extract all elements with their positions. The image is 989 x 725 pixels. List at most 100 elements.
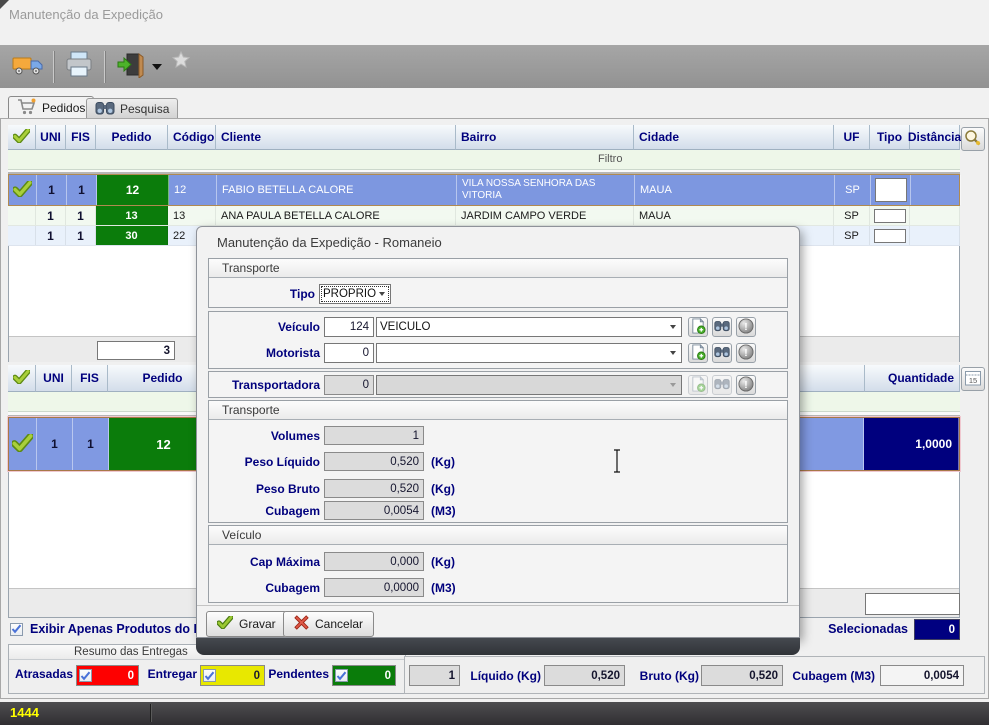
totals-bar: 1 Líquido (Kg) 0,520 Bruto (Kg) 0,520 Cu… [404,656,985,694]
vehicle-cubagem-label: Cubagem [209,578,320,598]
check-column-header[interactable] [8,365,36,392]
print-button[interactable] [59,48,99,86]
col-header-fis[interactable]: FIS [66,125,96,150]
motorista-combobox[interactable] [376,343,682,363]
row-check-cell[interactable] [8,226,36,245]
vehicle-capacity-group: Veículo Cap Máxima 0,000 (Kg) Cubagem 0,… [208,525,788,603]
binoculars-icon [714,345,730,361]
exit-door-icon [116,52,144,81]
tab-pedidos[interactable]: Pedidos [8,96,94,119]
atrasadas-checkbox[interactable] [79,669,92,682]
cell-quantidade: 1,0000 [864,418,959,470]
cell-cidade: MAUA [635,175,835,205]
col-header-cidade[interactable]: Cidade [634,125,834,150]
cap-maxima-value: 0,000 [324,552,424,571]
dialog-button-bar-divider [197,605,799,606]
motorista-info-button[interactable]: ! [736,343,756,363]
peso-liquido-value: 0,520 [324,452,424,471]
orders-filter-row[interactable]: Filtro [8,150,960,170]
col-header-uni[interactable]: UNI [36,365,72,392]
cubagem-label: Cubagem [209,501,320,521]
save-button[interactable]: Gravar [206,611,287,637]
new-document-icon [690,376,706,395]
col-header-pedido[interactable]: Pedido [96,125,168,150]
cell-uni: 1 [36,226,66,245]
kg-unit: (Kg) [431,479,471,499]
expedition-truck-button[interactable] [8,48,48,86]
veiculo-code-input[interactable]: 124 [324,317,374,337]
motorista-code-input[interactable]: 0 [324,343,374,363]
transportadora-info-button: ! [736,375,756,395]
exibir-checkbox[interactable] [10,623,23,636]
magnifier-icon [964,129,982,150]
favorite-star[interactable] [172,51,190,72]
motorista-new-button[interactable] [688,343,708,363]
tipo-box[interactable] [875,178,907,202]
m3-unit: (M3) [431,501,471,521]
tab-pesquisa-label: Pesquisa [120,102,169,116]
exit-button[interactable] [110,48,150,86]
pendentes-checkbox[interactable] [335,669,348,682]
liquido-value-box: 0,520 [544,665,625,686]
tipo-combobox[interactable]: PROPRIO [319,284,391,304]
filter-label: Filtro [598,153,622,165]
tipo-box[interactable] [874,209,906,223]
cell-uni: 1 [37,418,73,470]
cell-cliente: FABIO BETELLA CALORE [217,175,457,205]
dropdown-caret-icon [152,64,162,70]
row-check-cell[interactable] [9,418,37,470]
row-check-cell[interactable] [8,206,36,225]
liquido-label: Líquido (Kg) [465,669,541,683]
cell-uni: 1 [36,206,66,225]
col-header-uf[interactable]: UF [834,125,870,150]
col-header-fis[interactable]: FIS [72,365,108,392]
row-check-cell[interactable] [9,175,37,205]
column-search-button[interactable] [961,127,985,151]
exit-dropdown-button[interactable] [150,60,164,74]
veiculo-info-button[interactable]: ! [736,317,756,337]
group-title: Transporte [209,401,787,420]
exibir-label: Exibir Apenas Produtos do Pedi [30,622,220,636]
record-count: 1444 [10,705,39,720]
cell-codigo: 12 [169,175,217,205]
tab-pesquisa[interactable]: Pesquisa [86,98,178,119]
total-count-box: 1 [409,665,460,686]
col-header-quantidade[interactable]: Quantidade [865,365,960,392]
col-header-distancia[interactable]: Distância [910,125,960,150]
cap-maxima-label: Cap Máxima [209,552,320,572]
motorista-search-button[interactable] [712,343,732,363]
col-header-tipo[interactable]: Tipo [870,125,910,150]
cubagem-value: 0,0054 [324,501,424,520]
entregar-checkbox[interactable] [203,669,216,682]
binoculars-icon [95,100,115,118]
peso-liquido-label: Peso Líquido [209,452,320,472]
peso-bruto-value: 0,520 [324,479,424,498]
table-row[interactable]: 1 1 13 13 ANA PAULA BETELLA CALORE JARDI… [8,206,960,226]
table-row[interactable]: 1 1 12 12 FABIO BETELLA CALORE VILA NOSS… [8,174,960,206]
veiculo-new-button[interactable] [688,317,708,337]
volumes-value: 1 [324,426,424,445]
cell-pedido: 30 [96,226,168,245]
cell-tipo [871,175,911,205]
check-column-header[interactable] [8,125,36,150]
veiculo-combobox[interactable]: VEICULO [376,317,682,337]
tipo-box[interactable] [874,229,906,243]
cell-codigo: 13 [168,206,216,225]
veiculo-search-button[interactable] [712,317,732,337]
atrasadas-value: 0 [94,670,136,682]
cell-tipo [870,226,910,245]
cell-distancia [910,226,960,245]
col-header-cliente[interactable]: Cliente [216,125,456,150]
cancel-button[interactable]: Cancelar [283,611,374,637]
date-filter-button[interactable]: 15 [961,367,985,391]
dialog-title: Manutenção da Expedição - Romaneio [217,235,442,250]
cell-bairro: VILA NOSSA SENHORA DAS VITORIA [457,175,635,205]
info-icon: ! [738,344,754,363]
col-header-uni[interactable]: UNI [36,125,66,150]
green-check-icon [13,129,30,146]
col-header-bairro[interactable]: Bairro [456,125,634,150]
col-header-codigo[interactable]: Código [168,125,216,150]
footer-empty-box[interactable] [865,593,960,615]
title-bar: Manutenção da Expedição [0,0,989,28]
transportadora-code-input: 0 [324,375,374,395]
